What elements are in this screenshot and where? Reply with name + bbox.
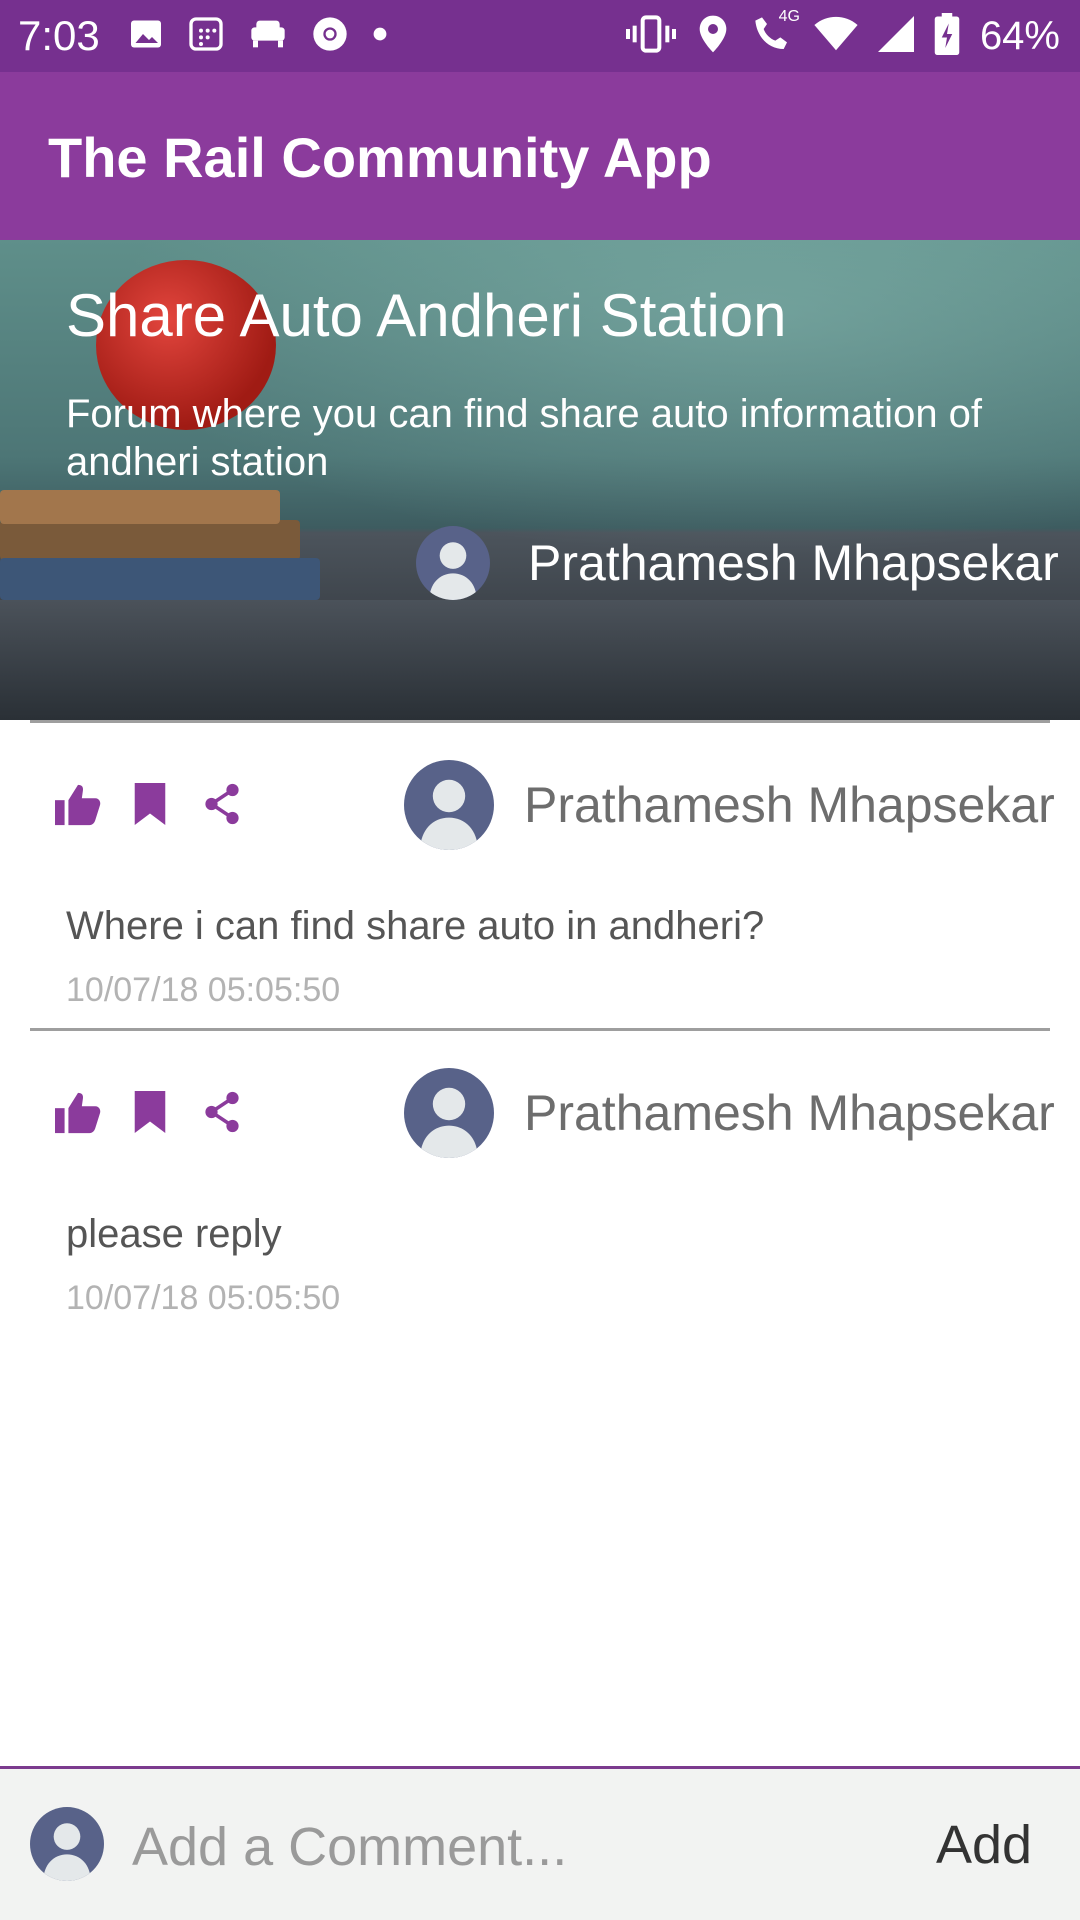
wifi-call-icon: 4G xyxy=(750,8,800,59)
add-comment-button[interactable]: Add xyxy=(936,1809,1032,1881)
post-author[interactable]: Prathamesh Mhapsekar xyxy=(404,1068,1055,1158)
thumbs-up-icon[interactable] xyxy=(54,780,102,828)
post-author-name: Prathamesh Mhapsekar xyxy=(524,1085,1055,1141)
bookmark-icon[interactable] xyxy=(126,1088,174,1136)
chrome-icon xyxy=(310,14,350,59)
post-text: Where i can find share auto in andheri? xyxy=(66,904,765,948)
sofa-icon xyxy=(248,16,288,57)
forum-description: Forum where you can find share auto info… xyxy=(66,392,983,484)
person-icon xyxy=(420,1087,478,1158)
person-icon xyxy=(43,1823,91,1881)
dot-icon xyxy=(372,26,388,47)
vibrate-icon xyxy=(625,14,676,59)
post-timestamp: 10/07/18 05:05:50 xyxy=(66,971,341,1009)
post-author-name: Prathamesh Mhapsekar xyxy=(524,777,1055,833)
app-title: The Rail Community App xyxy=(48,126,712,189)
post-actions xyxy=(54,774,246,834)
post-text: please reply xyxy=(66,1212,282,1256)
network-type-label: 4G xyxy=(778,7,800,25)
header-shadow xyxy=(0,600,1080,720)
system-icons: 4G 64% xyxy=(625,8,1080,60)
person-icon xyxy=(420,779,478,850)
bookmark-icon[interactable] xyxy=(126,780,174,828)
battery-percent: 64% xyxy=(979,14,1060,58)
post-timestamp: 10/07/18 05:05:50 xyxy=(66,1279,341,1317)
list-item: Prathamesh Mhapsekar Where i can find sh… xyxy=(0,760,1080,1030)
image-icon xyxy=(128,16,164,57)
share-icon[interactable] xyxy=(198,1088,246,1136)
forum-author-name: Prathamesh Mhapsekar xyxy=(528,535,1059,591)
app-bar: The Rail Community App xyxy=(0,72,1080,240)
avatar xyxy=(30,1807,104,1881)
battery-icon xyxy=(934,12,960,60)
avatar xyxy=(416,526,490,600)
avatar xyxy=(404,760,494,850)
avatar xyxy=(404,1068,494,1158)
calendar-icon xyxy=(186,14,226,59)
list-item: Prathamesh Mhapsekar please reply 10/07/… xyxy=(0,1068,1080,1338)
notification-icons xyxy=(128,14,388,58)
forum-title: Share Auto Andheri Station xyxy=(66,282,787,349)
status-time: 7:03 xyxy=(18,12,100,59)
comment-input[interactable] xyxy=(132,1807,892,1887)
signal-icon xyxy=(877,15,914,57)
share-icon[interactable] xyxy=(198,780,246,828)
location-icon xyxy=(696,14,730,59)
thumbs-up-icon[interactable] xyxy=(54,1088,102,1136)
post-author[interactable]: Prathamesh Mhapsekar xyxy=(404,760,1055,850)
divider xyxy=(30,720,1050,723)
status-bar: 7:03 4G 64% xyxy=(0,0,1080,72)
person-icon xyxy=(429,542,477,600)
forum-header: Share Auto Andheri Station Forum where y… xyxy=(0,240,1080,720)
forum-author[interactable]: Prathamesh Mhapsekar xyxy=(416,526,1059,600)
wifi-icon xyxy=(814,16,858,57)
divider xyxy=(30,1028,1050,1031)
comment-bar: Add xyxy=(0,1766,1080,1920)
post-actions xyxy=(54,1082,246,1142)
